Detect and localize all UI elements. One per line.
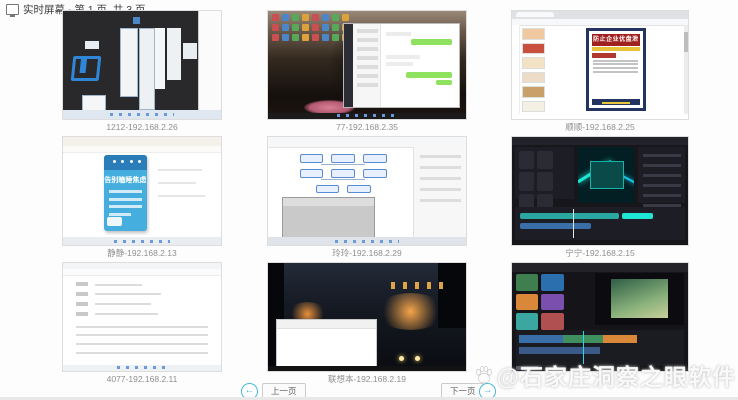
screen-cell-8[interactable]: 联想本-192.168.2.19 [267, 262, 467, 385]
screen-cell-7[interactable]: 4077-192.168.2.11 [62, 262, 222, 385]
screen-label-3: 顺顺-192.168.2.25 [511, 122, 689, 133]
screen-label-7: 4077-192.168.2.11 [62, 374, 222, 385]
remote-screen-preview-9[interactable] [511, 262, 689, 372]
screen-cell-9[interactable] [511, 262, 689, 385]
remote-screen-preview-2[interactable] [267, 10, 467, 120]
remote-screen-preview-1[interactable] [62, 10, 222, 120]
wechat-window [343, 23, 460, 108]
screen-label-4: 静静-192.168.2.13 [62, 248, 222, 259]
remote-screen-preview-5[interactable] [267, 136, 467, 246]
screen-cell-6[interactable]: 宁宁-192.168.2.15 [511, 136, 689, 259]
app-logo-icon [71, 56, 102, 81]
remote-screen-preview-4[interactable]: 告别瞌睡焦虑 [62, 136, 222, 246]
gray-dialog-window [282, 197, 375, 240]
screen-label-2: 77-192.168.2.35 [267, 122, 467, 133]
screen-label-9 [511, 374, 689, 385]
media-tiles [516, 274, 590, 330]
screen-cell-3[interactable]: 防止企业优盘泄密 顺顺-192.168.2.25 [511, 10, 689, 133]
screen-label-5: 玲玲-192.168.2.29 [267, 248, 467, 259]
monitor-icon [6, 4, 19, 15]
screen-cell-5[interactable]: 玲玲-192.168.2.29 [267, 136, 467, 259]
note-poster: 告别瞌睡焦虑 [104, 155, 147, 231]
screen-label-1: 1212-192.168.2.26 [62, 122, 222, 133]
remote-screen-preview-6[interactable] [511, 136, 689, 246]
video-preview [595, 273, 685, 325]
realtime-screens-page: 实时屏幕 - 第 1 页, 共 3 页 1212-192.168.2.26 [0, 0, 738, 400]
note-title: 告别瞌睡焦虑 [104, 175, 147, 185]
article-poster: 防止企业优盘泄密 [586, 28, 646, 111]
remote-screen-preview-7[interactable] [62, 262, 222, 372]
template-thumbnails [522, 28, 545, 112]
remote-screen-preview-8[interactable] [267, 262, 467, 372]
screen-cell-2[interactable]: 77-192.168.2.35 [267, 10, 467, 133]
screen-label-6: 宁宁-192.168.2.15 [511, 248, 689, 259]
screen-cell-4[interactable]: 告别瞌睡焦虑 静静-192.168.2.13 [62, 136, 222, 259]
white-window [276, 319, 377, 372]
remote-screen-preview-3[interactable]: 防止企业优盘泄密 [511, 10, 689, 120]
screen-cell-1[interactable]: 1212-192.168.2.26 [62, 10, 222, 133]
poster-title: 防止企业优盘泄密 [592, 34, 639, 46]
video-preview [578, 147, 634, 203]
